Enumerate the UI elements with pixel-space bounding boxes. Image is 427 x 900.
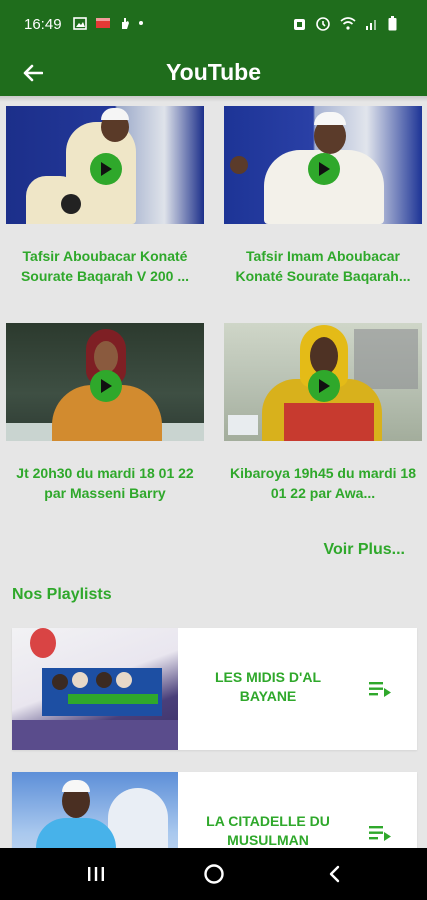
home-button[interactable] xyxy=(194,860,234,888)
video-title[interactable]: Tafsir Imam Aboubacar Konaté Sourate Baq… xyxy=(224,246,422,286)
appbar-shadow xyxy=(0,96,427,102)
playlists-section-title: Nos Playlists xyxy=(12,586,112,603)
video-title[interactable]: Jt 20h30 du mardi 18 01 22 par Masseni B… xyxy=(6,463,204,503)
video-thumbnail[interactable] xyxy=(6,323,204,441)
status-system-icons xyxy=(293,16,397,31)
clock-icon xyxy=(316,16,330,31)
nav-back-button[interactable] xyxy=(314,860,354,888)
play-button[interactable] xyxy=(308,153,340,185)
playlist-title[interactable]: LA CITADELLE DU MUSULMAN xyxy=(188,812,348,850)
video-card[interactable]: Jt 20h30 du mardi 18 01 22 par Masseni B… xyxy=(6,323,204,503)
playlist-title[interactable]: LES MIDIS D'AL BAYANE xyxy=(188,668,348,706)
flag-icon xyxy=(96,18,110,28)
play-icon xyxy=(319,379,330,393)
video-thumbnail[interactable] xyxy=(224,106,422,224)
nav-back-icon xyxy=(329,865,340,883)
play-button[interactable] xyxy=(90,370,122,402)
status-notification-icons xyxy=(73,16,143,30)
play-button[interactable] xyxy=(90,153,122,185)
recents-icon xyxy=(88,867,104,881)
recents-button[interactable] xyxy=(76,860,116,888)
playlist-play-icon xyxy=(369,682,391,697)
play-icon xyxy=(319,162,330,176)
hand-icon xyxy=(122,18,129,29)
video-card[interactable]: Tafsir Aboubacar Konaté Sourate Baqarah … xyxy=(6,106,204,286)
video-title[interactable]: Kibaroya 19h45 du mardi 18 01 22 par Awa… xyxy=(224,463,422,503)
home-circle-icon xyxy=(204,864,224,884)
battery-icon xyxy=(388,16,397,31)
video-thumbnail[interactable] xyxy=(224,323,422,441)
status-time: 16:49 xyxy=(24,16,62,33)
playlist-play-icon xyxy=(369,826,391,841)
wifi-icon xyxy=(340,17,356,30)
dot-icon xyxy=(139,21,143,25)
video-title[interactable]: Tafsir Aboubacar Konaté Sourate Baqarah … xyxy=(6,246,204,286)
play-button[interactable] xyxy=(308,370,340,402)
playlist-thumbnail[interactable] xyxy=(12,628,178,750)
video-card[interactable]: Tafsir Imam Aboubacar Konaté Sourate Baq… xyxy=(224,106,422,286)
app-bar: YouTube xyxy=(0,50,427,96)
signal-icon xyxy=(366,20,376,30)
voir-plus-link[interactable]: Voir Plus... xyxy=(324,541,406,559)
play-icon xyxy=(101,162,112,176)
playlist-play-button[interactable] xyxy=(369,824,391,847)
page-title: YouTube xyxy=(166,59,261,85)
video-thumbnail[interactable] xyxy=(6,106,204,224)
alarm-icon xyxy=(294,18,305,30)
image-icon xyxy=(73,16,87,30)
playlist-play-button[interactable] xyxy=(369,680,391,703)
video-card[interactable]: Kibaroya 19h45 du mardi 18 01 22 par Awa… xyxy=(224,323,422,503)
system-nav-bar xyxy=(0,848,427,900)
status-bar: 16:49 xyxy=(0,0,427,50)
playlist-card[interactable]: LES MIDIS D'AL BAYANE xyxy=(12,628,417,750)
play-icon xyxy=(101,379,112,393)
